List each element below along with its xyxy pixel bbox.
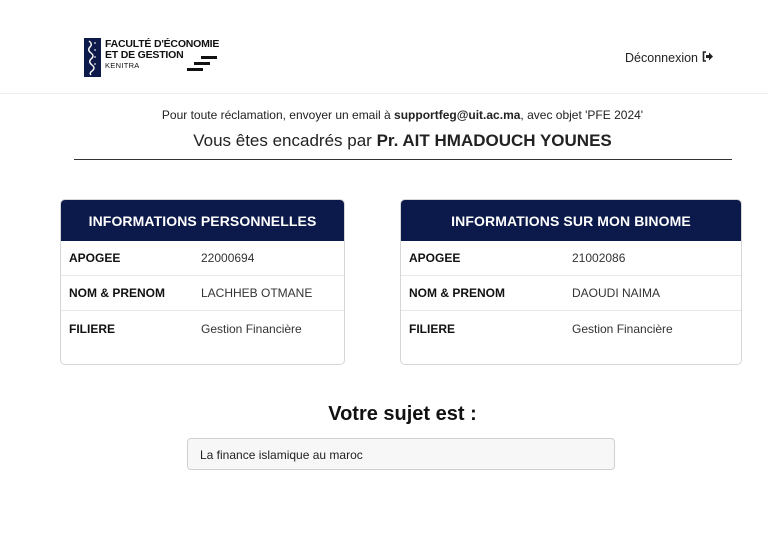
row-value: LACHHEB OTMANE [201,286,313,300]
personal-info-title: INFORMATIONS PERSONNELLES [61,200,344,241]
table-row: FILIERE Gestion Financière [61,311,344,346]
supervisor-name: Pr. AIT HMADOUCH YOUNES [376,131,612,150]
logo-steps-icon [187,54,217,72]
row-value: Gestion Financière [201,321,302,336]
row-label: FILIERE [409,321,456,336]
subject-field[interactable]: La finance islamique au maroc [187,438,615,470]
reclamation-notice: Pour toute réclamation, envoyer un email… [0,108,768,122]
logo-emblem-icon [84,38,101,77]
table-row: NOM & PRENOM LACHHEB OTMANE [61,276,344,311]
table-row: FILIERE Gestion Financière [401,311,741,346]
table-row: NOM & PRENOM DAOUDI NAIMA [401,276,741,311]
row-label: NOM & PRENOM [69,286,165,300]
logout-link[interactable]: Déconnexion [625,51,714,65]
section-divider [74,159,732,160]
row-value: DAOUDI NAIMA [572,286,661,300]
top-navbar: FACULTÉ D'ÉCONOMIE ET DE GESTION KENITRA… [0,0,768,94]
binome-info-title: INFORMATIONS SUR MON BINOME [401,200,741,241]
supervisor-line: Vous êtes encadrés par Pr. AIT HMADOUCH … [0,131,768,151]
row-label: NOM & PRENOM [409,286,505,300]
row-value: 22000694 [201,251,255,265]
faculty-logo[interactable]: FACULTÉ D'ÉCONOMIE ET DE GESTION KENITRA [84,38,224,78]
row-label: APOGEE [409,251,461,265]
row-label: APOGEE [69,251,121,265]
binome-info-card: INFORMATIONS SUR MON BINOME APOGEE 21002… [400,199,742,365]
sign-out-icon [702,51,714,65]
personal-info-card: INFORMATIONS PERSONNELLES APOGEE 2200069… [60,199,345,365]
logout-label: Déconnexion [625,51,698,65]
table-row: APOGEE 21002086 [401,241,741,276]
notice-suffix: , avec objet 'PFE 2024' [520,108,644,122]
table-row: APOGEE 22000694 [61,241,344,276]
supervisor-prefix: Vous êtes encadrés par [193,131,377,150]
notice-prefix: Pour toute réclamation, envoyer un email… [161,108,395,122]
support-email: supportfeg@uit.ac.ma [394,108,521,122]
row-label: FILIERE [69,321,116,336]
subject-title: Votre sujet est : [328,403,477,425]
row-value: Gestion Financière [572,321,673,336]
row-value: 21002086 [572,251,626,265]
